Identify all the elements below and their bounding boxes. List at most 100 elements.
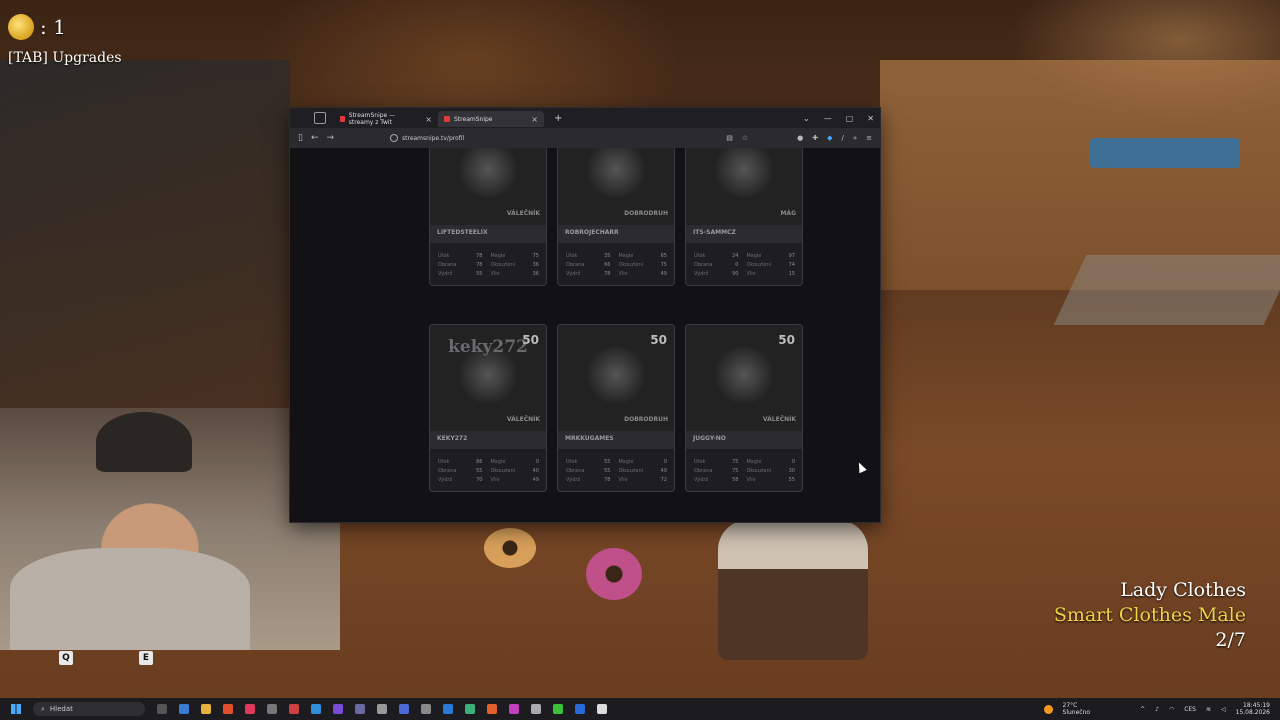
stat-value: 78 [604,271,611,277]
extension-blue-icon[interactable]: ◆ [827,134,832,142]
stat-value: 55 [476,468,483,474]
stat-value: 90 [732,271,739,277]
stat-label: Útok [694,253,706,259]
card-avatar: 50 VÁLEČNÍK [686,325,802,431]
app-icon[interactable] [223,704,233,714]
bookmark-star-icon[interactable]: ☆ [742,134,748,142]
close-tab-icon[interactable]: × [531,115,538,124]
maximize-icon[interactable]: ▢ [846,114,854,123]
card-avatar: 50 DOBRODRUH [558,325,674,431]
app-icon[interactable] [443,704,453,714]
donut-glazed [484,528,536,568]
file-explorer-icon[interactable] [201,704,211,714]
app-icon[interactable] [267,704,277,714]
stat-value: 24 [732,253,739,259]
volume-icon[interactable]: ◁ [1221,706,1226,713]
stat-value: 74 [788,262,795,268]
card-username: JUGGY-NO [686,431,802,449]
stat-label: Vliv [490,477,500,483]
site-info-icon[interactable] [390,134,398,142]
tab-streamsnipe-2[interactable]: StreamSnipe × [438,111,544,127]
wifi-icon[interactable]: ≋ [1206,706,1211,713]
card-stats: Útok 24 Magie 97 Obrana 0 Okouzlení 74 Výdrž 90 Vl… [686,243,802,285]
pen-icon[interactable]: / [841,134,843,142]
profile-card[interactable]: 50 DOBRODRUH MRKKUGAMES Útok 55 Magie 0 Obrana 5… [557,324,675,492]
sidebar-icon[interactable]: ▯ [298,133,303,143]
weather-icon[interactable] [1043,704,1053,714]
forward-icon[interactable]: → [327,133,335,143]
stat-value: 55 [788,477,795,483]
extension-icon[interactable]: ● [797,134,803,142]
vscode-icon[interactable] [575,704,585,714]
tab-actions-icon[interactable] [314,112,326,124]
network-icon[interactable]: ◠ [1169,706,1174,713]
app-icon[interactable] [333,704,343,714]
app-icon[interactable] [179,704,189,714]
reader-icon[interactable]: ▤ [726,134,733,142]
app-icon[interactable] [355,704,365,714]
stat-label: Útok [438,459,450,465]
item-index: 2/7 [1215,629,1246,651]
app-icon[interactable] [487,704,497,714]
profile-card[interactable]: LIFTEDSTEEL VÁLEČNÍK LIFTEDSTEELIX Útok 78 Ma… [429,148,547,286]
close-window-icon[interactable]: ✕ [867,114,874,123]
toolbar-extensions: ▤ ☆ ● ✚ ◆ / » ≡ [726,128,872,148]
app-icon[interactable] [245,704,255,714]
app-icon[interactable] [399,704,409,714]
card-username: LIFTEDSTEELIX [430,225,546,243]
weather-widget[interactable]: 27°C Slunečno [1063,702,1091,716]
chrome-icon[interactable] [289,704,299,714]
stat-value: 78 [476,262,483,268]
tab-streamsnipe-1[interactable]: StreamSnipe — streamy z Twit × [334,111,438,127]
stat-value: 75 [732,459,739,465]
app-icon[interactable] [421,704,431,714]
url-field[interactable]: streamsnipe.tv/profil [390,132,688,144]
menu-icon[interactable]: ≡ [866,134,872,142]
app-icon[interactable] [465,704,475,714]
stat-value: 70 [476,477,483,483]
coin-counter: : 1 [8,14,66,40]
microphone-icon[interactable]: ♪ [1155,706,1159,713]
clock[interactable]: 18:45:19 15.08.2026 [1236,702,1270,716]
card-username: ROBROJECHARR [558,225,674,243]
webcam-fur-collar [10,548,250,650]
profile-card[interactable]: keky272 50 VÁLEČNÍK KEKY272 Útok 86 Magie 0 Obra… [429,324,547,492]
floor-rug [1053,255,1280,325]
app-icon[interactable] [553,704,563,714]
stat-value: 36 [532,271,539,277]
browser-window[interactable]: StreamSnipe — streamy z Twit × StreamSni… [290,108,880,522]
tray-expand-icon[interactable]: ^ [1140,706,1145,713]
close-tab-icon[interactable]: × [425,115,432,124]
minimize-icon[interactable]: — [824,114,832,123]
app-icon[interactable] [509,704,519,714]
profile-card[interactable]: MÁG ITS-SAMMCZ Útok 24 Magie 97 Obrana 0 Okouzle… [685,148,803,286]
key-e: E [139,651,153,665]
stat-value: 58 [732,477,739,483]
language-indicator[interactable]: CES [1184,706,1196,713]
card-avatar: DOBRODRUH [558,148,674,225]
app-icon[interactable] [377,704,387,714]
start-icon[interactable] [11,704,21,714]
profile-card[interactable]: 50 VÁLEČNÍK JUGGY-NO Útok 75 Magie 0 Obrana 75 Ok… [685,324,803,492]
weather-desc: Slunečno [1062,709,1091,716]
back-icon[interactable]: ← [311,133,319,143]
stat-label: Výdrž [438,271,453,277]
edge-icon[interactable] [311,704,321,714]
card-class: VÁLEČNÍK [506,210,540,217]
puzzle-icon[interactable]: ✚ [812,134,818,142]
task-view-icon[interactable] [157,704,167,714]
page-content: LIFTEDSTEEL VÁLEČNÍK LIFTEDSTEELIX Útok 78 Ma… [290,148,880,522]
stat-value: 97 [788,253,795,259]
card-stats: Útok 86 Magie 0 Obrana 55 Okouzlení 40 Výdrž 70 Vl… [430,449,546,491]
tab-list-icon[interactable]: ⌄ [803,114,810,123]
stat-label: Okouzlení [490,468,515,474]
app-icon[interactable] [597,704,607,714]
app-icon[interactable] [531,704,541,714]
stat-label: Magie [490,459,506,465]
stat-value: 15 [788,271,795,277]
profile-card[interactable]: DOBRODRUH ROBROJECHARR Útok 35 Magie 65 Obrana… [557,148,675,286]
taskbar-search[interactable]: ⌕ Hledat [33,702,145,716]
more-tools-icon[interactable]: » [853,134,857,142]
new-tab-icon[interactable]: + [554,113,562,124]
bench-cushion [1090,138,1240,168]
